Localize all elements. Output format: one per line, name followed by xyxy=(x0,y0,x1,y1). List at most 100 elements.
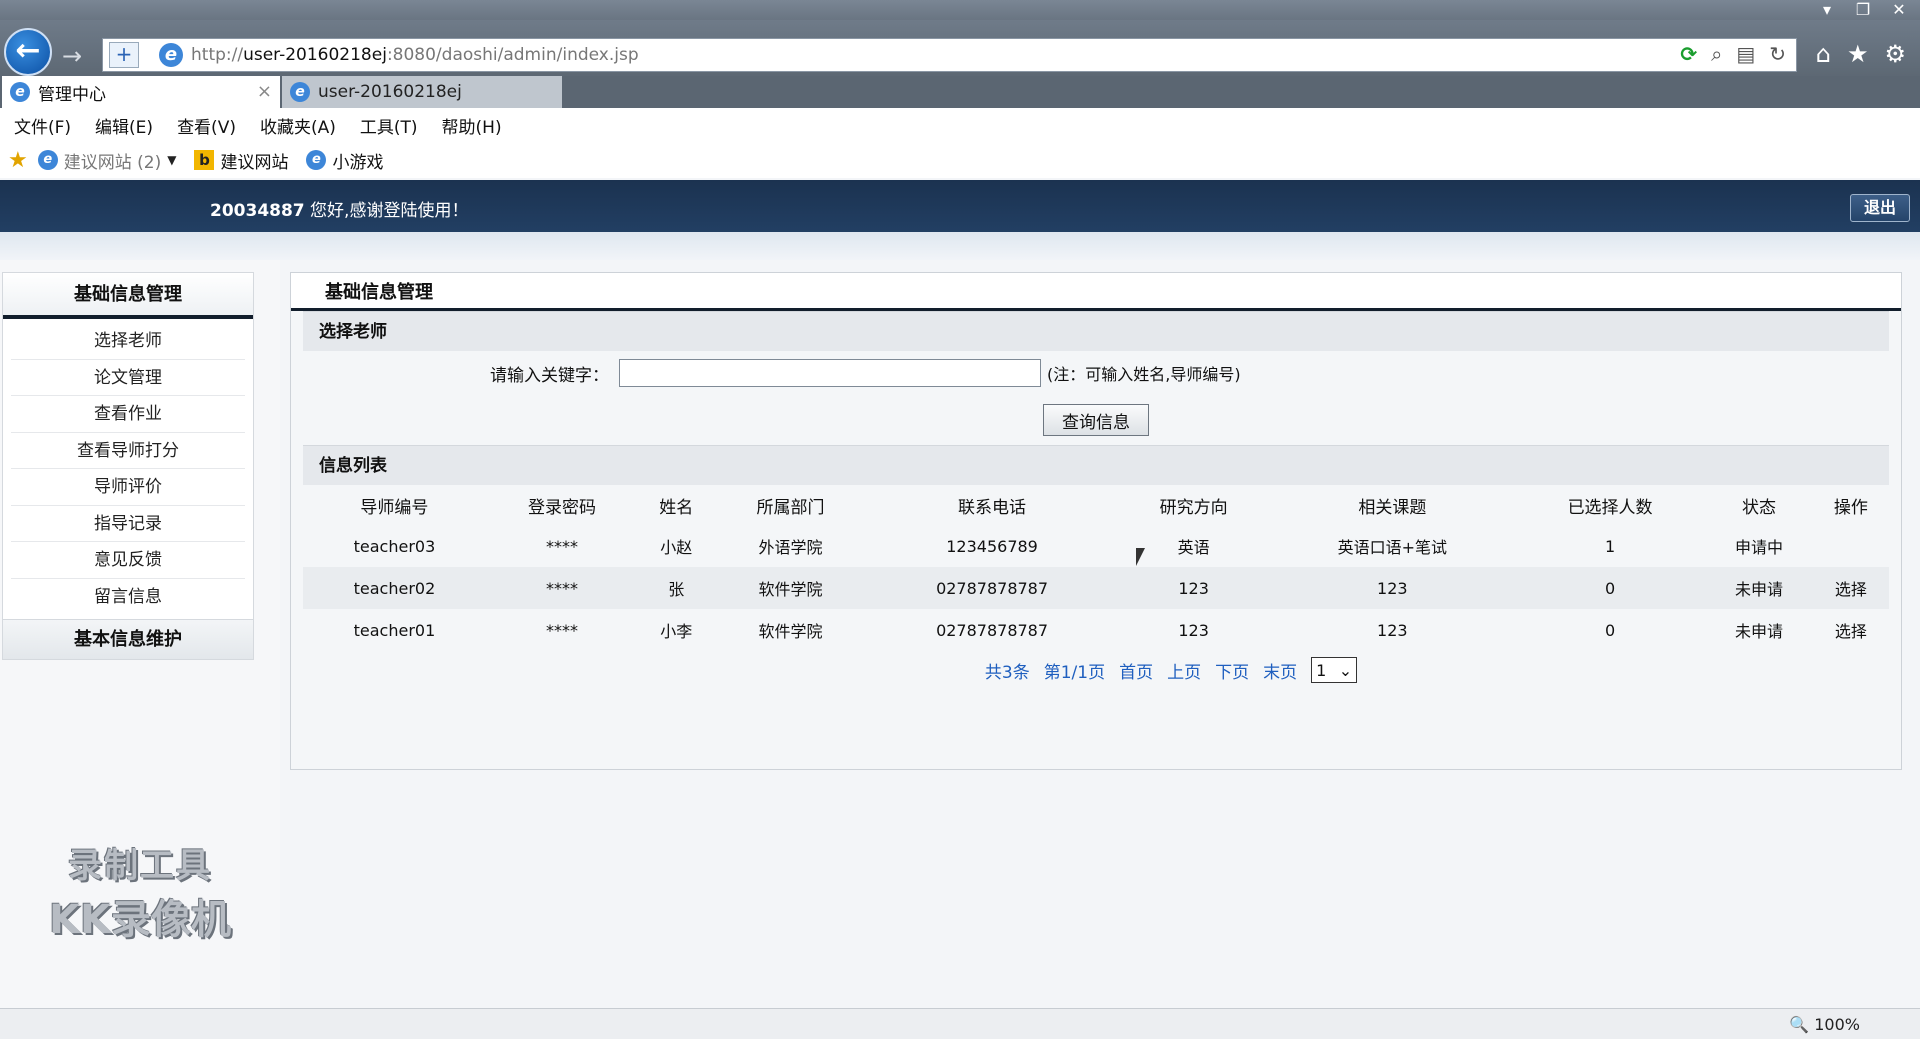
sidebar-item-homework[interactable]: 查看作业 xyxy=(11,396,245,433)
query-button-row: 查询信息 xyxy=(303,395,1889,445)
table-row: teacher02 **** 张 软件学院 02787878787 123 12… xyxy=(303,567,1889,609)
menu-file[interactable]: 文件(F) xyxy=(14,113,71,138)
cell-department: 软件学院 xyxy=(758,622,823,641)
cell-status: 申请中 xyxy=(1735,538,1784,557)
sidebar-item-thesis[interactable]: 论文管理 xyxy=(11,360,245,396)
fav-label: 小游戏 xyxy=(332,152,384,173)
logout-button[interactable]: 退出 xyxy=(1850,194,1910,222)
mouse-cursor-icon xyxy=(1136,548,1145,566)
sidebar-section-maintenance[interactable]: 基本信息维护 xyxy=(3,619,253,659)
welcome-message: 20034887 您好,感谢登陆使用！ xyxy=(210,196,468,221)
back-button[interactable]: ← xyxy=(4,28,52,76)
select-teacher-link[interactable]: 选择 xyxy=(1813,609,1889,651)
cell-password: **** xyxy=(546,536,579,556)
pager-last-link[interactable]: 末页 xyxy=(1263,658,1297,683)
fav-suggested-sites-dropdown[interactable]: e 建议网站 (2) ▼ xyxy=(37,148,176,173)
tab-label: 管理中心 xyxy=(38,84,106,105)
table-row: teacher03 **** 小赵 外语学院 123456789 英语 英语口语… xyxy=(303,525,1889,567)
sidebar-item-teacher-score[interactable]: 查看导师打分 xyxy=(11,433,245,469)
cell-research: 123 xyxy=(1178,620,1209,640)
forward-button[interactable]: → xyxy=(62,42,82,70)
close-tab-icon[interactable]: × xyxy=(257,81,272,102)
cell-topic: 123 xyxy=(1269,567,1515,609)
col-phone: 联系电话 xyxy=(866,485,1118,525)
ie-page-icon: e xyxy=(159,43,183,67)
status-bar: 🔍 100% xyxy=(0,1008,1920,1039)
pager-prev-link[interactable]: 上页 xyxy=(1167,658,1201,683)
menu-help[interactable]: 帮助(H) xyxy=(442,113,502,138)
cell-name: 小李 xyxy=(660,622,693,641)
favorites-star-icon[interactable]: ★ xyxy=(8,148,28,173)
search-hint: (注：可输入姓名,导师编号) xyxy=(1047,365,1241,384)
menu-tools[interactable]: 工具(T) xyxy=(360,113,418,138)
url-path: :8080/daoshi/admin/index.jsp xyxy=(386,45,639,65)
cell-status: 未申请 xyxy=(1735,622,1784,641)
sidebar-menu: 选择老师 论文管理 查看作业 查看导师打分 导师评价 指导记录 意见反馈 留言信… xyxy=(3,319,253,619)
compatibility-icon[interactable]: ⟳ xyxy=(1680,42,1697,66)
ie-tab-icon: e xyxy=(10,82,30,102)
zoom-value: 100% xyxy=(1814,1015,1860,1034)
favorites-star-icon[interactable]: ★ xyxy=(1847,40,1869,68)
col-research: 研究方向 xyxy=(1117,485,1270,525)
add-site-icon[interactable]: + xyxy=(109,42,139,68)
col-selected-count: 已选择人数 xyxy=(1514,485,1706,525)
ie-icon: e xyxy=(306,150,327,170)
cell-research: 123 xyxy=(1117,567,1270,609)
select-teacher-link[interactable]: 选择 xyxy=(1812,567,1889,609)
watermark-line2: KK录像机 xyxy=(49,897,231,943)
recorder-watermark: 录制工具 KK录像机 xyxy=(40,838,240,945)
ie-tab-icon: e xyxy=(290,82,310,102)
chevron-down-icon: ⌄ xyxy=(1338,660,1353,680)
search-section-title: 选择老师 xyxy=(303,311,1889,351)
cell-status: 未申请 xyxy=(1705,567,1813,609)
tab-admin-center[interactable]: e 管理中心 × xyxy=(2,76,280,108)
window-controls: ▾ ❐ ✕ xyxy=(1818,0,1908,20)
tab-host[interactable]: e user-20160218ej xyxy=(282,76,562,108)
page-header: 20034887 您好,感谢登陆使用！ 退出 xyxy=(0,180,1920,232)
page-select[interactable]: 1 ⌄ xyxy=(1311,657,1358,683)
page-select-value: 1 xyxy=(1316,660,1327,680)
sidebar-item-messages[interactable]: 留言信息 xyxy=(11,579,245,616)
bing-icon: b xyxy=(194,150,215,170)
cell-password: **** xyxy=(546,620,579,640)
restore-icon[interactable]: ❐ xyxy=(1854,0,1872,20)
fav-mini-games[interactable]: e 小游戏 xyxy=(306,148,383,173)
minimize-icon[interactable]: ▾ xyxy=(1818,0,1836,20)
refresh-icon[interactable]: ↻ xyxy=(1769,42,1786,66)
menu-view[interactable]: 查看(V) xyxy=(177,113,236,138)
cell-teacher-id: teacher03 xyxy=(353,536,436,556)
arrow-left-icon: ← xyxy=(15,33,41,68)
cell-teacher-id: teacher02 xyxy=(303,567,486,609)
fav-suggested-sites[interactable]: b 建议网站 xyxy=(194,148,288,173)
sidebar: 基础信息管理 选择老师 论文管理 查看作业 查看导师打分 导师评价 指导记录 意… xyxy=(2,272,254,660)
pager-first-link[interactable]: 首页 xyxy=(1119,658,1153,683)
close-window-icon[interactable]: ✕ xyxy=(1890,0,1908,20)
gear-icon[interactable]: ⚙ xyxy=(1884,40,1906,68)
sidebar-item-teacher-evaluation[interactable]: 导师评价 xyxy=(11,469,245,506)
url-text[interactable]: http://user-20160218ej:8080/daoshi/admin… xyxy=(191,45,639,65)
cell-name: 小赵 xyxy=(660,538,693,557)
menu-edit[interactable]: 编辑(E) xyxy=(95,113,153,138)
search-icon[interactable]: ⌕ xyxy=(1711,42,1722,66)
table-header-row: 导师编号 登录密码 姓名 所属部门 联系电话 研究方向 相关课题 已选择人数 状… xyxy=(303,485,1889,525)
teacher-table: 导师编号 登录密码 姓名 所属部门 联系电话 研究方向 相关课题 已选择人数 状… xyxy=(303,485,1889,651)
table-row: teacher01 **** 小李 软件学院 02787878787 123 1… xyxy=(303,609,1889,651)
address-bar[interactable]: + e http://user-20160218ej:8080/daoshi/a… xyxy=(102,38,1797,72)
browser-actions: ⌂ ★ ⚙ xyxy=(1816,40,1906,68)
pager-next-link[interactable]: 下页 xyxy=(1215,658,1249,683)
arrow-right-icon: → xyxy=(62,42,83,70)
page-icon[interactable]: ▤ xyxy=(1736,42,1755,66)
col-department: 所属部门 xyxy=(714,485,867,525)
ie-icon: e xyxy=(37,150,58,170)
query-button[interactable]: 查询信息 xyxy=(1043,404,1149,436)
home-icon[interactable]: ⌂ xyxy=(1816,40,1831,68)
keyword-search-input[interactable] xyxy=(619,359,1041,387)
url-prefix: http:// xyxy=(191,45,244,65)
sidebar-item-select-teacher[interactable]: 选择老师 xyxy=(11,323,245,360)
sidebar-item-feedback[interactable]: 意见反馈 xyxy=(11,542,245,579)
menu-favorites[interactable]: 收藏夹(A) xyxy=(260,113,336,138)
cell-selected-count: 0 xyxy=(1514,567,1706,609)
sidebar-section-basic-info[interactable]: 基础信息管理 xyxy=(3,273,253,319)
zoom-level[interactable]: 🔍 100% xyxy=(1789,1015,1860,1034)
sidebar-item-guidance-records[interactable]: 指导记录 xyxy=(11,506,245,542)
